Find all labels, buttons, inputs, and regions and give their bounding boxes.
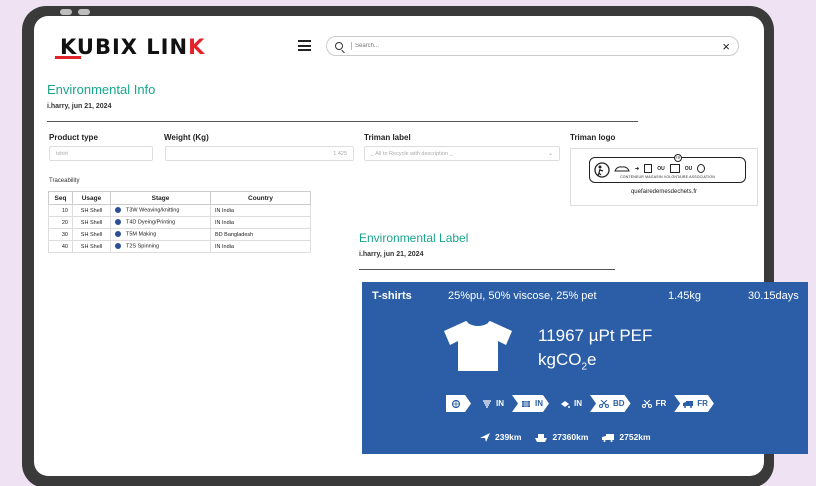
triman-caption: CONTENEUR MAGASIN VOLONTAIRE ASSOCIATION bbox=[620, 175, 715, 179]
product-name: T-shirts bbox=[372, 290, 412, 302]
truck-icon bbox=[683, 400, 693, 408]
yarn-icon bbox=[451, 400, 461, 408]
stage-cell: T4D Dyeing/Printing bbox=[110, 216, 211, 229]
triman-url: quefairedemesdechets.fr bbox=[630, 189, 698, 195]
stage-dot-icon bbox=[115, 231, 121, 238]
table-row[interactable]: 40 SH Shell T2S Spinning IN India bbox=[48, 240, 311, 253]
divider bbox=[47, 121, 638, 122]
hamburger-menu-icon[interactable] bbox=[298, 40, 311, 51]
association-icon bbox=[697, 164, 706, 173]
usage-cell: SH Shell bbox=[72, 216, 111, 229]
seq-cell: 40 bbox=[48, 240, 73, 253]
seq-cell: 30 bbox=[48, 228, 73, 241]
divider bbox=[359, 269, 615, 270]
search-bar[interactable]: × bbox=[326, 36, 739, 56]
sea-distance: 27360km bbox=[535, 432, 588, 442]
stage-cell: T5M Making bbox=[110, 228, 211, 241]
transport-distances: 239km 27360km 2752km bbox=[480, 432, 651, 442]
plane-icon bbox=[480, 432, 490, 442]
shop-icon bbox=[669, 164, 680, 173]
table-row[interactable]: 10 SH Shell T3W Weaving/knitting IN Indi… bbox=[48, 204, 311, 217]
spinning-icon bbox=[482, 400, 492, 408]
page-title: Environmental Info bbox=[47, 82, 156, 97]
or-text: OU bbox=[657, 165, 665, 172]
road-distance: 2752km bbox=[602, 432, 651, 442]
stage-cell: T3W Weaving/knitting bbox=[110, 204, 211, 217]
stage-dot-icon bbox=[115, 243, 121, 250]
product-type-label: Product type bbox=[49, 133, 98, 142]
triman-logo: ➜ OU OU FR CONTENEUR MAGASIN VOLONTAIRE … bbox=[570, 148, 758, 206]
stage-dot-icon bbox=[115, 207, 121, 214]
column-header-country: Country bbox=[210, 191, 311, 205]
weight-field[interactable]: 1.425 bbox=[165, 146, 354, 161]
fabric-icon bbox=[521, 400, 531, 408]
environmental-label-title: Environmental Label bbox=[359, 231, 469, 245]
tshirt-icon bbox=[444, 321, 512, 371]
lifecycle-step bbox=[446, 395, 471, 412]
seq-cell: 10 bbox=[48, 204, 73, 217]
weight: 1.45kg bbox=[668, 290, 702, 302]
seq-cell: 20 bbox=[48, 216, 73, 229]
truck-icon bbox=[602, 433, 615, 442]
usage-cell: SH Shell bbox=[72, 240, 111, 253]
lifecycle-step: IN bbox=[473, 395, 510, 412]
duration: 30.15days bbox=[748, 290, 799, 302]
ship-icon bbox=[535, 433, 548, 442]
stage-dot-icon bbox=[115, 219, 121, 226]
lifecycle-step: FR bbox=[674, 395, 714, 412]
search-icon bbox=[335, 42, 343, 50]
tablet-button bbox=[78, 9, 90, 15]
stage-cell: T2S Spinning bbox=[110, 240, 211, 253]
clear-search-icon[interactable]: × bbox=[722, 40, 730, 53]
pef-score: 11967 µPt PEF bbox=[538, 326, 653, 345]
triman-person-icon bbox=[594, 162, 610, 178]
lifecycle-step: IN bbox=[512, 395, 549, 412]
or-text: OU bbox=[684, 165, 693, 172]
fr-badge: FR bbox=[674, 154, 682, 162]
dye-icon bbox=[560, 400, 570, 408]
triman-logo-label: Triman logo bbox=[570, 133, 616, 142]
column-header-seq: Seq bbox=[48, 191, 73, 205]
column-header-usage: Usage bbox=[72, 191, 111, 205]
scissors-icon bbox=[599, 400, 609, 408]
score-block: 11967 µPt PEF kgCO2e bbox=[538, 324, 652, 379]
lifecycle-steps: IN IN IN BD FR FR bbox=[446, 395, 714, 412]
lifecycle-step: BD bbox=[590, 395, 631, 412]
usage-cell: SH Shell bbox=[72, 204, 111, 217]
weight-label: Weight (Kg) bbox=[164, 133, 209, 142]
search-input[interactable] bbox=[351, 42, 723, 50]
kubix-link-logo[interactable]: KUBIX LINK bbox=[60, 35, 205, 59]
table-row[interactable]: 20 SH Shell T4D Dyeing/Printing IN India bbox=[48, 216, 311, 229]
author-date: i.harry, jun 21, 2024 bbox=[47, 103, 112, 110]
scissors-icon bbox=[642, 400, 652, 408]
co2-unit: kgCO2e bbox=[538, 350, 597, 373]
tablet-button bbox=[60, 9, 72, 15]
country-cell: BD Bangladesh bbox=[210, 228, 311, 241]
country-cell: IN India bbox=[210, 216, 311, 229]
column-header-stage: Stage bbox=[110, 191, 211, 205]
product-type-field[interactable]: tshirt bbox=[49, 146, 153, 161]
environmental-label-meta: i.harry, jun 21, 2024 bbox=[359, 251, 424, 258]
arrow-right-icon: ➜ bbox=[635, 165, 640, 172]
composition: 25%pu, 50% viscose, 25% pet bbox=[448, 290, 597, 302]
traceability-label: Traceability bbox=[49, 178, 80, 184]
clothes-icon bbox=[614, 165, 630, 171]
triman-label-label: Triman label bbox=[364, 133, 411, 142]
traceability-table: Seq Usage Stage Country 10 SH Shell T3W … bbox=[48, 191, 311, 253]
lifecycle-step: FR bbox=[633, 395, 673, 412]
card-header: T-shirts 25%pu, 50% viscose, 25% pet 1.4… bbox=[362, 290, 808, 304]
country-cell: IN India bbox=[210, 240, 311, 253]
air-distance: 239km bbox=[480, 432, 521, 442]
chevron-down-icon: ⌄ bbox=[547, 151, 553, 157]
lifecycle-step: IN bbox=[551, 395, 588, 412]
triman-logo-frame: ➜ OU OU FR CONTENEUR MAGASIN VOLONTAIRE … bbox=[589, 154, 746, 183]
table-row[interactable]: 30 SH Shell T5M Making BD Bangladesh bbox=[48, 228, 311, 241]
table-header-row: Seq Usage Stage Country bbox=[48, 191, 311, 205]
container-icon bbox=[644, 164, 653, 173]
environmental-label-card: T-shirts 25%pu, 50% viscose, 25% pet 1.4… bbox=[362, 282, 808, 454]
usage-cell: SH Shell bbox=[72, 228, 111, 241]
country-cell: IN India bbox=[210, 204, 311, 217]
triman-label-select[interactable]: _ All to Recycle with description _ ⌄ bbox=[364, 146, 560, 161]
